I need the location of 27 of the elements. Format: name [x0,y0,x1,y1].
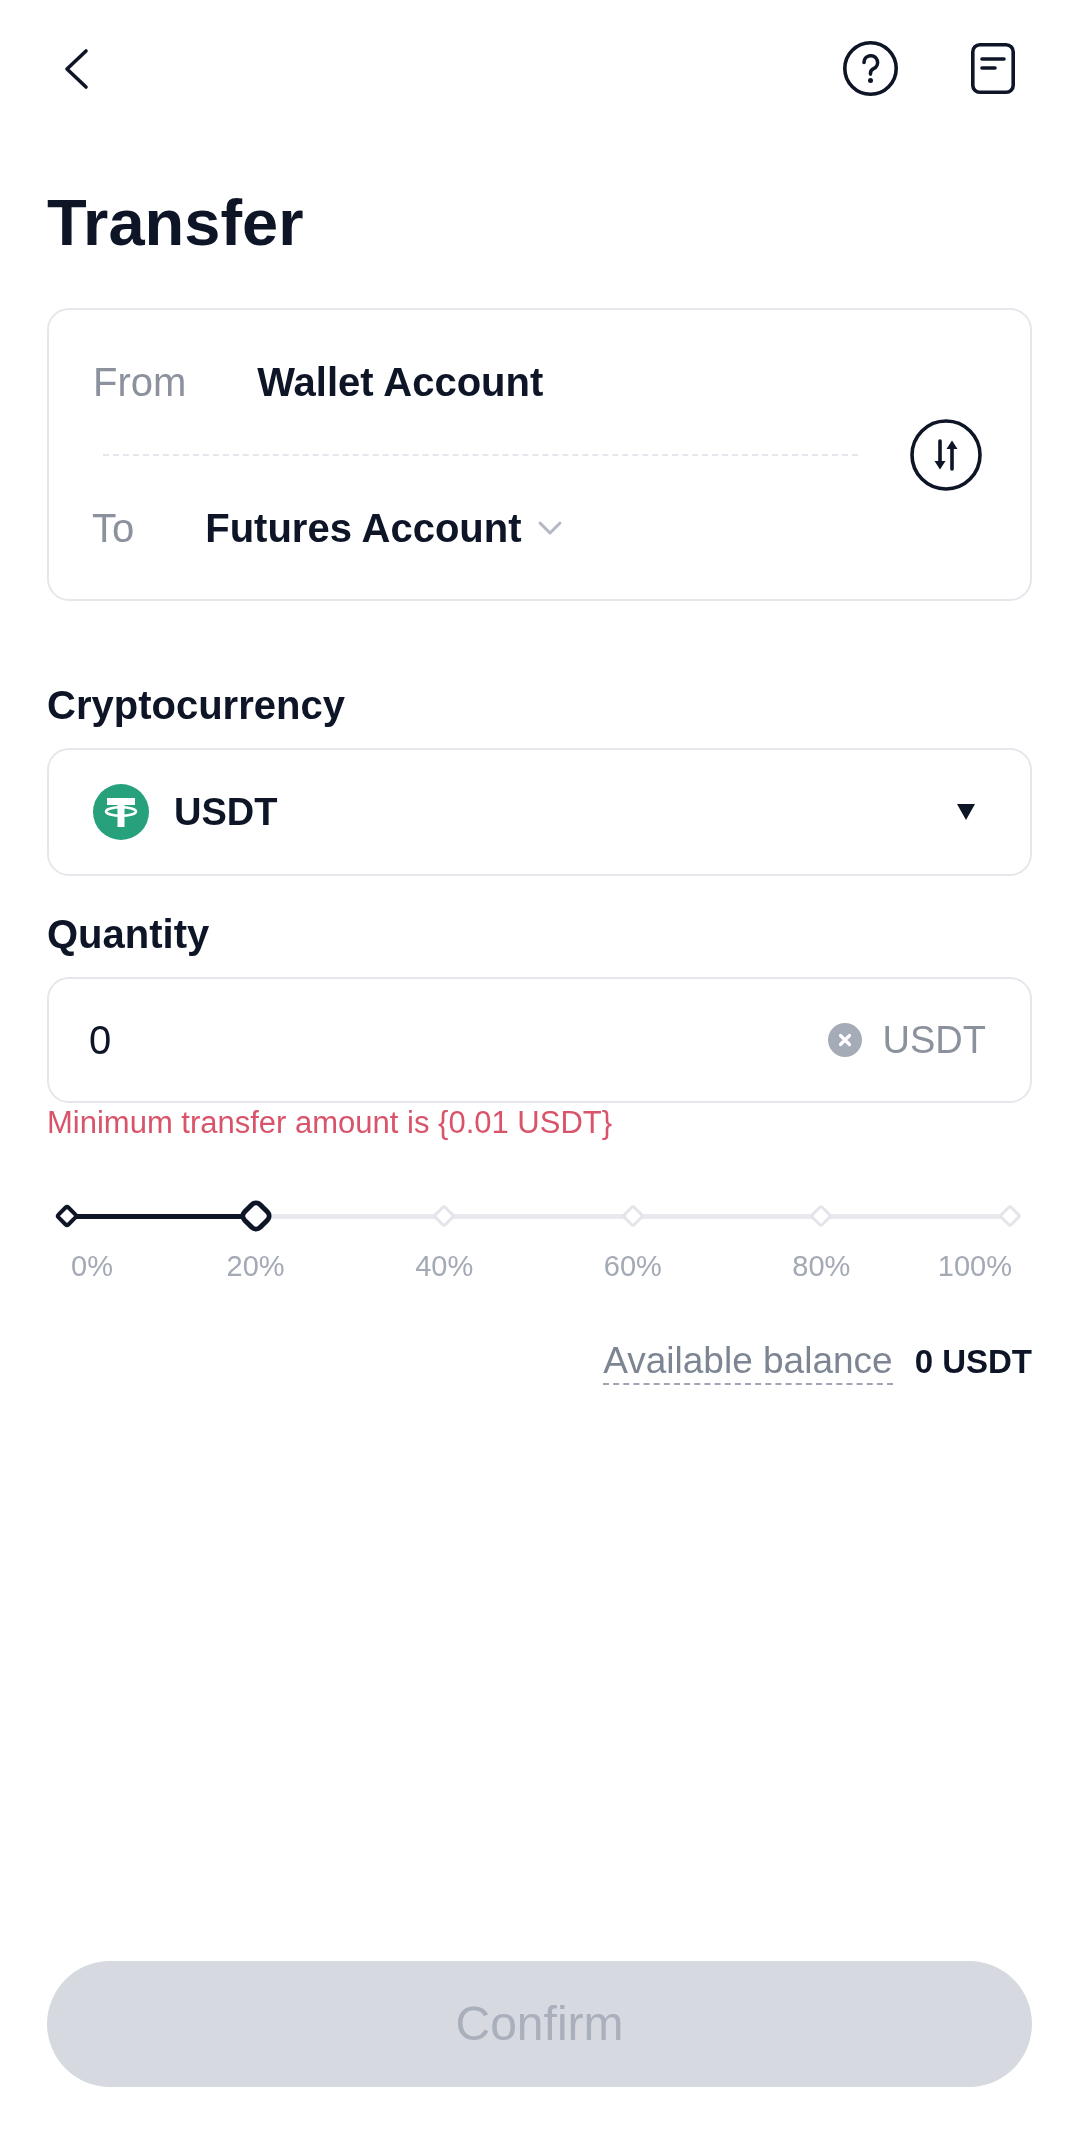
percent-label: 20% [226,1249,285,1284]
quantity-input[interactable]: 0 [89,1010,828,1070]
balance-label[interactable]: Available balance [603,1339,893,1385]
caret-icon [957,804,975,820]
error-message: Minimum transfer amount is {0.01 USDT} [47,1104,613,1142]
back-icon[interactable] [62,47,90,90]
help-icon[interactable] [843,41,898,96]
account-label: To [92,504,135,552]
cryptocurrency-select[interactable]: USDT [47,748,1032,876]
section-label: Cryptocurrency [47,682,345,729]
page-title: Transfer [47,190,304,255]
account-label: From [93,359,187,406]
percent-label: 60% [603,1249,662,1284]
section-label: Quantity [47,911,210,958]
unit-label: USDT [882,1017,986,1063]
quantity-field[interactable]: 0 USDT [47,977,1032,1103]
swap-icon[interactable] [910,418,982,491]
account-dropdown[interactable]: Futures Account [205,497,562,558]
document-icon[interactable] [971,43,1015,94]
account-name: Wallet Account [257,359,544,406]
percent-label: 100% [937,1249,1012,1284]
percent-label: 80% [792,1249,851,1284]
coin-logo-icon [93,784,149,840]
percent-label: 0% [71,1249,113,1284]
percent-label: 40% [415,1249,474,1284]
slider-track[interactable] [54,1198,1023,1234]
balance-value: 0 USDT [914,1342,1032,1382]
